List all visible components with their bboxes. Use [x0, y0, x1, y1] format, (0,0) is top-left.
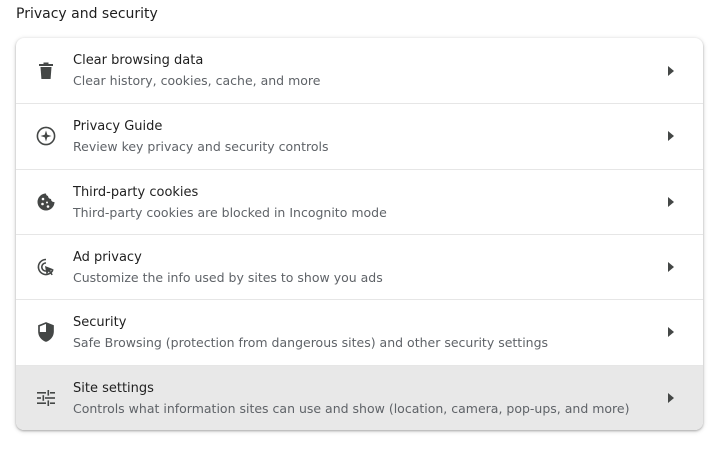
section-title: Privacy and security	[16, 6, 158, 22]
arrow-right-icon	[666, 392, 676, 404]
row-subtitle: Third-party cookies are blocked in Incog…	[73, 204, 387, 220]
row-subtitle: Customize the info used by sites to show…	[73, 269, 383, 285]
shield-icon	[36, 322, 56, 343]
compass-icon	[36, 126, 56, 146]
arrow-right-icon	[666, 196, 676, 208]
trash-icon	[36, 61, 56, 81]
row-title: Clear browsing data	[73, 53, 204, 68]
ad-privacy-row[interactable]: Ad privacy Customize the info used by si…	[16, 233, 703, 299]
arrow-right-icon	[666, 261, 676, 273]
row-subtitle: Clear history, cookies, cache, and more	[73, 73, 321, 88]
row-title: Security	[73, 315, 127, 331]
row-title: Privacy Guide	[73, 119, 163, 135]
arrow-right-icon	[666, 65, 676, 77]
row-title: Ad privacy	[73, 249, 142, 265]
row-title: Site settings	[73, 380, 154, 396]
tune-icon	[36, 388, 56, 408]
row-subtitle: Controls what information sites can use …	[73, 400, 630, 416]
cookie-icon	[36, 192, 56, 212]
ad-privacy-icon	[36, 257, 56, 277]
privacy-guide-row[interactable]: Privacy Guide Review key privacy and sec…	[16, 103, 703, 168]
arrow-right-icon	[666, 326, 676, 338]
row-title: Third-party cookies	[73, 184, 199, 200]
row-subtitle: Safe Browsing (protection from dangerous…	[73, 335, 549, 351]
site-settings-row[interactable]: Site settings Controls what information …	[16, 364, 703, 430]
security-row[interactable]: Security Safe Browsing (protection from …	[16, 299, 703, 364]
third-party-cookies-row[interactable]: Third-party cookies Third-party cookies …	[16, 168, 703, 234]
privacy-settings-card: Clear browsing data Clear history, cooki…	[16, 38, 703, 430]
arrow-right-icon	[666, 130, 676, 142]
clear-browsing-data-row[interactable]: Clear browsing data Clear history, cooki…	[16, 38, 703, 103]
row-subtitle: Review key privacy and security controls	[73, 139, 329, 155]
